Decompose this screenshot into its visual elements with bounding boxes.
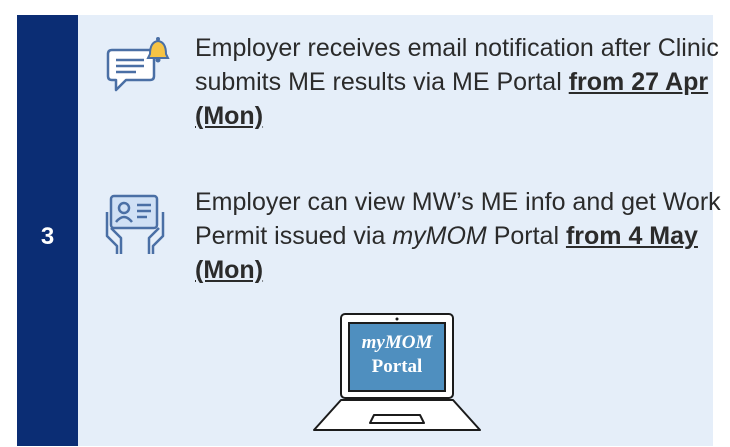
laptop-illustration: myMOM Portal <box>312 312 482 434</box>
id-card-hands-icon <box>105 194 165 254</box>
step-number: 3 <box>40 222 55 250</box>
item-2-text: Employer can view MW’s ME info and get W… <box>195 185 730 287</box>
chat-bell-icon <box>106 37 170 92</box>
item-2-body-end: Portal <box>493 222 559 250</box>
step-bar: 3 <box>17 15 78 446</box>
item-2-portal-name: myMOM <box>392 222 487 250</box>
laptop-screen-subtitle: Portal <box>371 356 423 377</box>
laptop-screen-title: myMOM <box>361 332 433 353</box>
item-1-text: Employer receives email notification aft… <box>195 31 730 133</box>
